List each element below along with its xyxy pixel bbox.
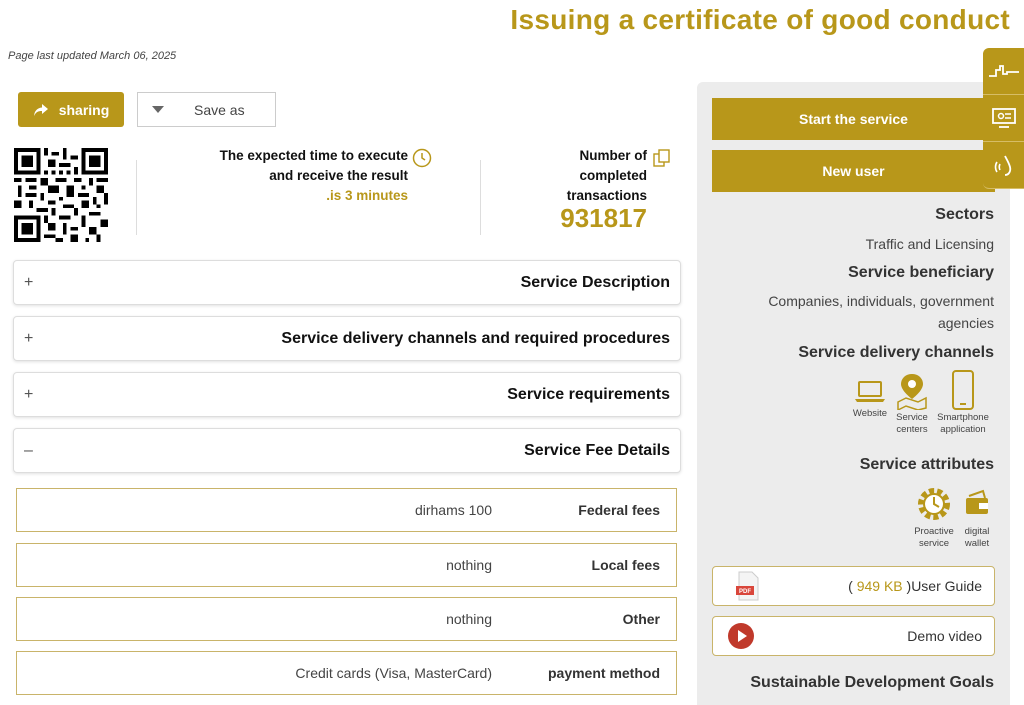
fee-row-local: nothing Local fees [16, 543, 677, 587]
fee-row-federal: dirhams 100 Federal fees [16, 488, 677, 532]
sectors-heading: Sectors [935, 206, 994, 223]
transactions-line2: completed [579, 168, 647, 183]
attribute-label: Proactive [914, 526, 954, 537]
accordion-label: Service Fee Details [524, 441, 670, 459]
beneficiary-line1: Companies, individuals, government [768, 293, 994, 309]
channel-label: Smartphone [937, 412, 989, 423]
sectors-value: Traffic and Licensing [865, 236, 994, 252]
monitor-icon [991, 108, 1016, 128]
channels-heading: Service delivery channels [798, 344, 994, 361]
laptop-icon [855, 381, 885, 402]
accordion-service-requirements[interactable]: + Service requirements [13, 372, 681, 417]
hand-sound-icon [994, 155, 1011, 176]
map-pin-icon [897, 374, 927, 410]
clock-icon [412, 148, 432, 168]
user-guide-link[interactable]: PDF ( 949 KB )User Guide [712, 566, 995, 606]
transactions-count: 931817 [560, 203, 647, 233]
attribute-proactive-service: Proactive service [908, 484, 960, 550]
qr-code [14, 148, 108, 242]
stats-divider-right [480, 160, 481, 235]
expected-time-line1: The expected time to execute [219, 148, 408, 163]
stats-divider-left [136, 160, 137, 235]
pdf-badge: PDF [739, 589, 751, 595]
accordion-service-description[interactable]: + Service Description [13, 260, 681, 305]
transactions-line1: Number of [579, 148, 648, 163]
caret-down-icon [152, 106, 164, 113]
wallet-icon [966, 489, 988, 514]
fee-row-payment-method: Credit cards (Visa, MasterCard) payment … [16, 651, 677, 695]
play-icon [728, 623, 754, 649]
fee-value: nothing [446, 557, 492, 573]
smartphone-icon [952, 370, 974, 410]
accordion-label: Service Description [520, 273, 670, 291]
channel-website[interactable]: Website [848, 372, 892, 420]
share-icon [33, 103, 48, 116]
accordion-label: Service requirements [507, 385, 670, 403]
beneficiary-heading: Service beneficiary [848, 264, 994, 281]
demo-video-link[interactable]: Demo video [712, 616, 995, 656]
fee-value: Credit cards (Visa, MasterCard) [295, 665, 492, 681]
sdg-heading: Sustainable Development Goals [750, 674, 994, 691]
channel-label: Website [852, 408, 888, 419]
expected-time-value: .is 3 minutes [326, 188, 408, 203]
beneficiary-line2: agencies [937, 315, 994, 331]
demo-video-label: Demo video [907, 628, 982, 644]
pdf-icon: PDF [736, 571, 759, 601]
fee-label: Other [622, 611, 660, 627]
gear-clock-icon [918, 488, 950, 520]
collapse-icon: – [24, 441, 33, 459]
user-guide-label: ( 949 KB )User Guide [848, 578, 982, 594]
channel-label: Service [896, 412, 928, 423]
user-guide-size: 949 KB [856, 578, 903, 594]
accordion-label: Service delivery channels and required p… [281, 329, 670, 347]
fee-value: nothing [446, 611, 492, 627]
share-label: sharing [58, 101, 110, 118]
accordion-service-fee-details[interactable]: – Service Fee Details [13, 428, 681, 473]
channel-service-centers[interactable]: Service centers [892, 372, 932, 436]
attribute-label: wallet [964, 538, 990, 549]
floating-tabs [983, 48, 1024, 189]
fee-label: Local fees [591, 557, 660, 573]
expand-icon: + [24, 385, 34, 403]
expected-time-block: The expected time to execute and receive… [150, 146, 408, 206]
expand-icon: + [24, 273, 34, 291]
channel-smartphone[interactable]: Smartphone application [934, 370, 992, 436]
page-title: Issuing a certificate of good conduct [510, 4, 1010, 35]
transactions-block: Number of completed transactions [500, 146, 647, 206]
expected-time-line2: and receive the result [269, 168, 408, 183]
fee-value: dirhams 100 [414, 502, 492, 518]
line-chart-icon [988, 65, 1019, 77]
start-service-button[interactable]: Start the service [712, 98, 995, 140]
floating-tab-sign-language[interactable] [983, 142, 1024, 189]
floating-tab-chart[interactable] [983, 48, 1024, 95]
channel-label: centers [896, 424, 928, 435]
attribute-digital-wallet: digital wallet [958, 488, 996, 550]
attribute-label: digital [964, 526, 990, 537]
share-button[interactable]: sharing [18, 92, 124, 127]
save-as-dropdown[interactable]: Save as [137, 92, 276, 127]
channel-label: application [940, 424, 986, 435]
last-updated: Page last updated March 06, 2025 [8, 50, 177, 62]
fee-label: Federal fees [578, 502, 660, 518]
attributes-heading: Service attributes [859, 456, 994, 473]
fee-row-other: nothing Other [16, 597, 677, 641]
attribute-label: service [918, 538, 950, 549]
copy-icon [653, 149, 670, 167]
expand-icon: + [24, 329, 34, 347]
floating-tab-screen-reader[interactable] [983, 95, 1024, 142]
new-user-button[interactable]: New user [712, 150, 995, 192]
beneficiary-value: Companies, individuals, government agenc… [768, 290, 994, 334]
accordion-delivery-channels[interactable]: + Service delivery channels and required… [13, 316, 681, 361]
fee-label: payment method [547, 665, 660, 681]
save-as-label: Save as [194, 101, 245, 118]
